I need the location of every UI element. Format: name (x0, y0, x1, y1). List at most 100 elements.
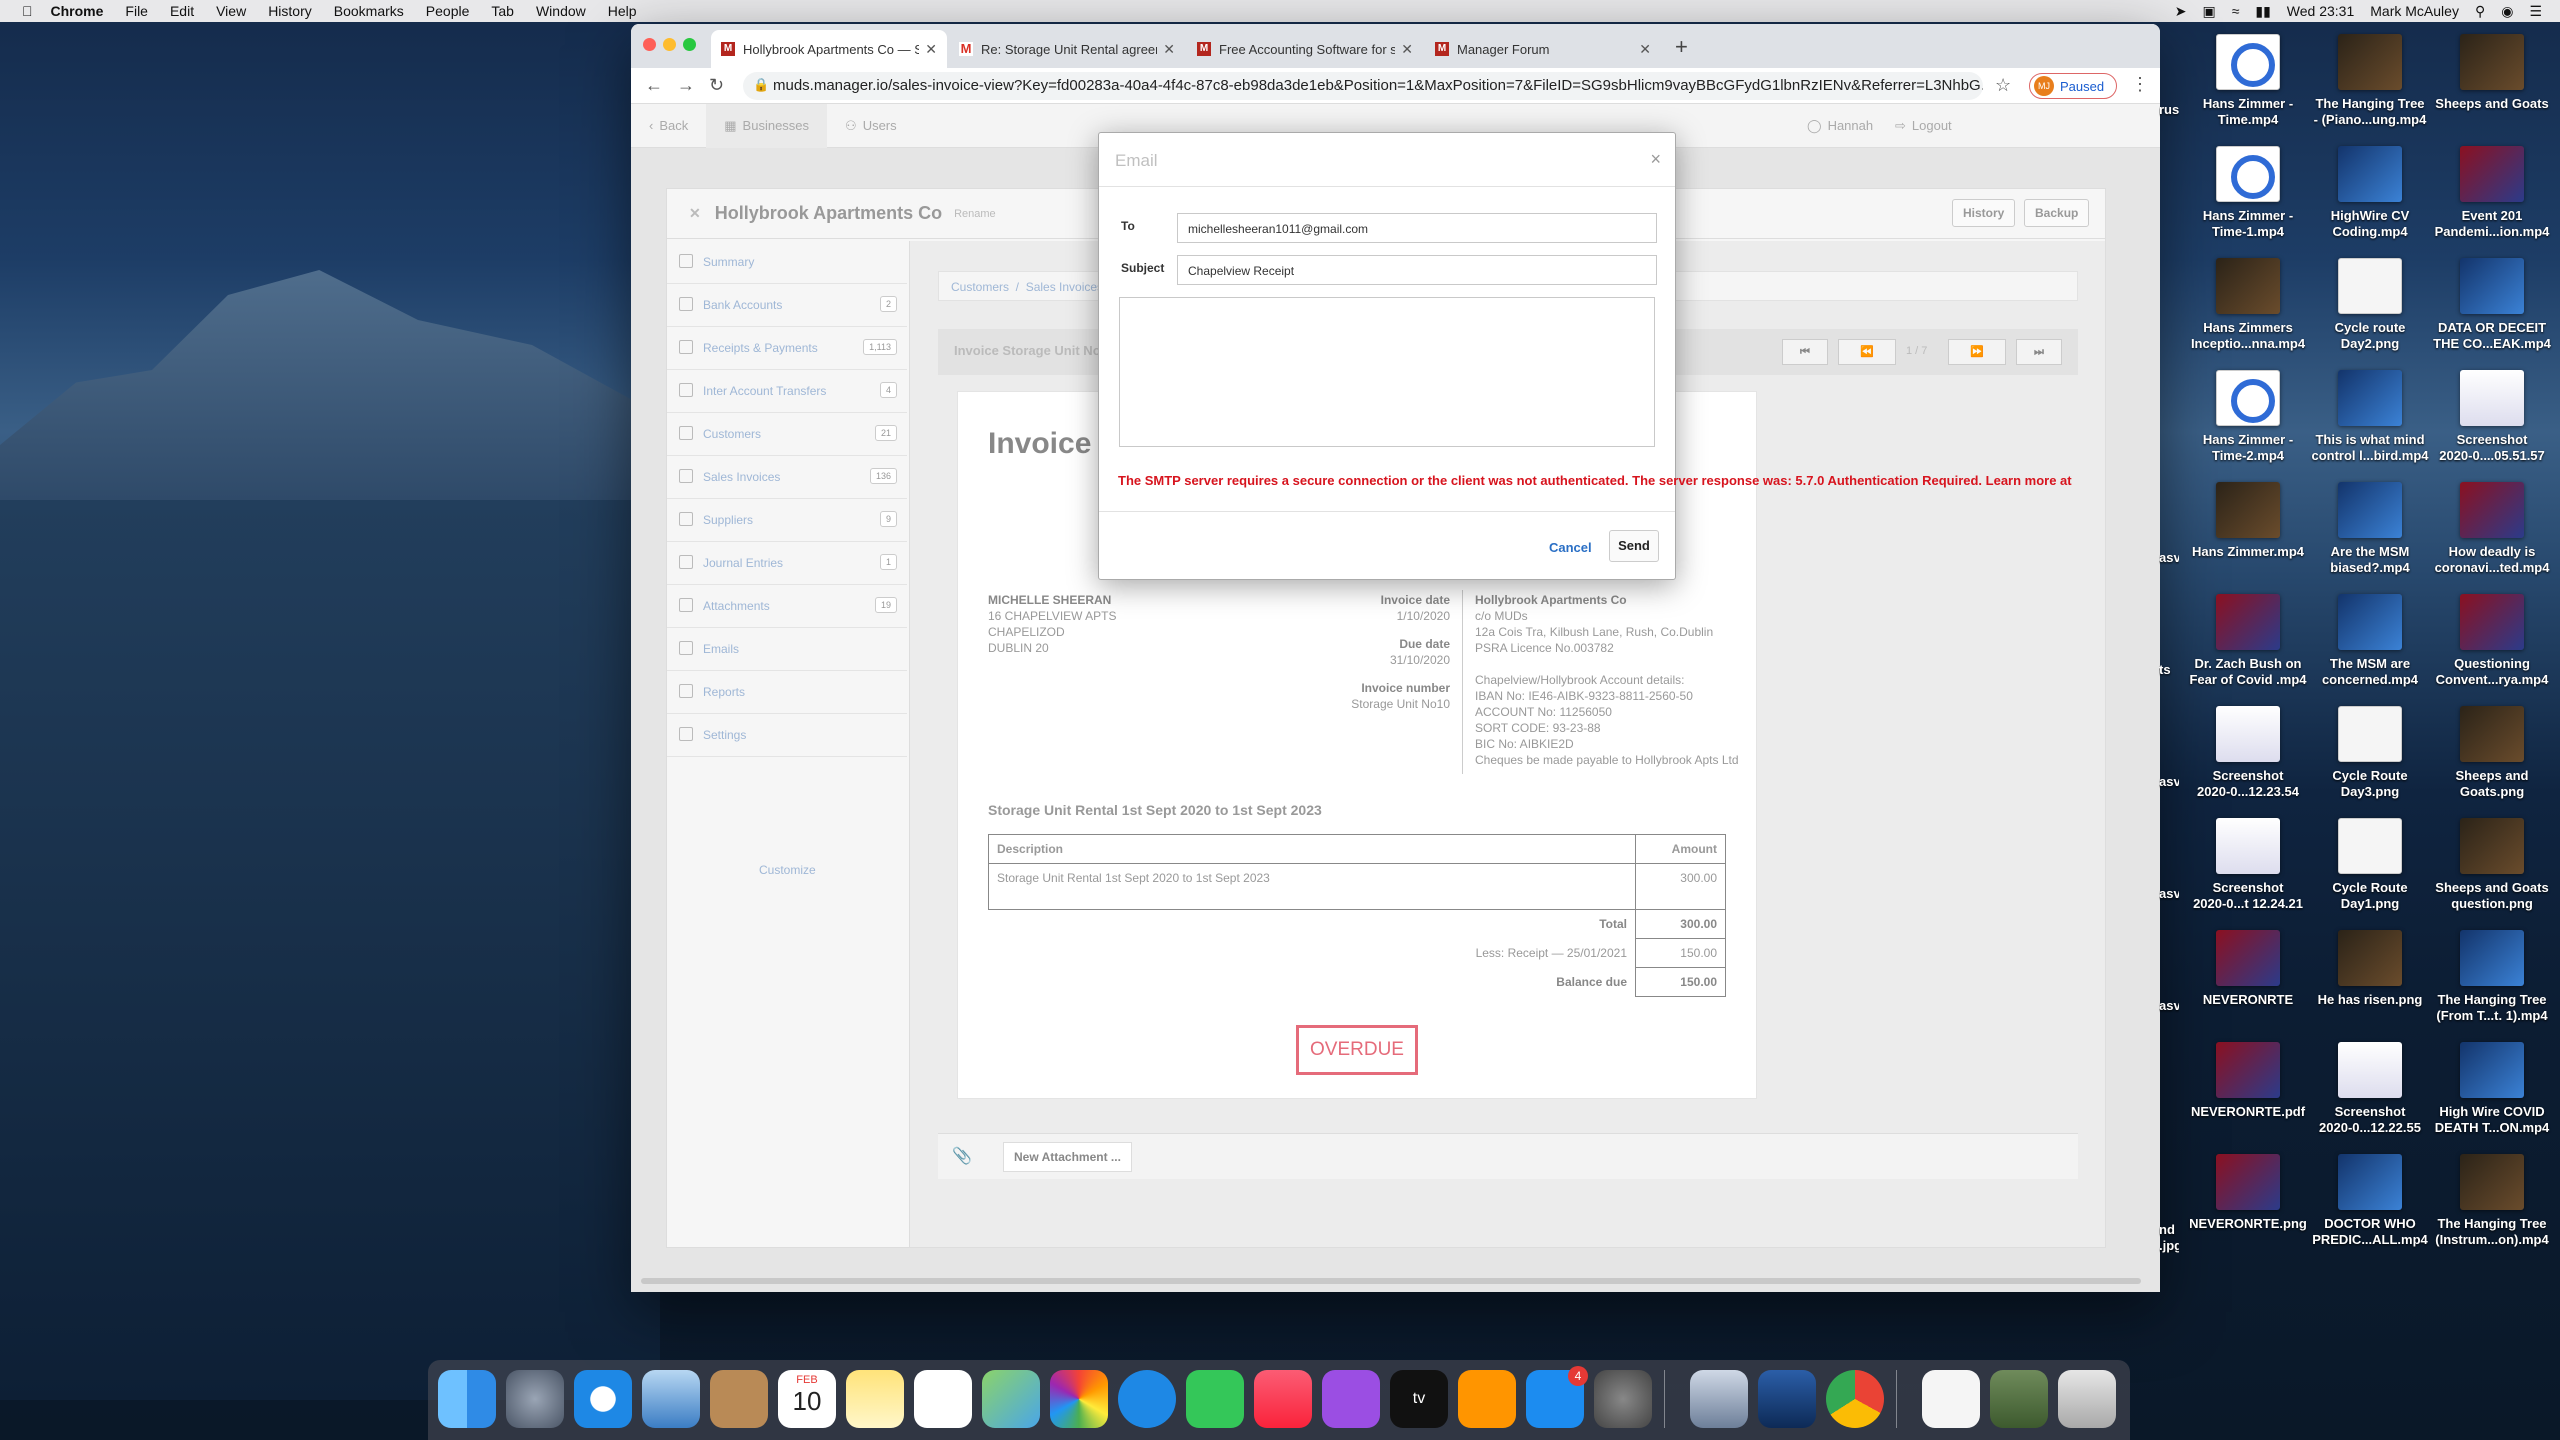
desktop-file-icon[interactable]: Hans Zimmers Inceptio...nna.mp4 (2183, 258, 2313, 352)
backup-button[interactable]: Backup (2024, 199, 2090, 227)
user-name[interactable]: Mark McAuley (2370, 3, 2459, 19)
profile-button[interactable]: MJ Paused (2029, 73, 2117, 99)
music-icon[interactable] (1254, 1370, 1312, 1428)
rename-link[interactable]: Rename (954, 208, 996, 220)
launchpad-icon[interactable] (506, 1370, 564, 1428)
desktop-file-icon[interactable]: Screenshot 2020-0....05.51.57 (2427, 370, 2557, 464)
safari-icon[interactable] (574, 1370, 632, 1428)
notes-icon[interactable] (846, 1370, 904, 1428)
tab-free-accounting[interactable]: M Free Accounting Software for sm ✕ (1187, 30, 1423, 68)
desktop-file-icon[interactable]: NEVERONRTE (2183, 930, 2313, 1008)
desktop-file-icon[interactable]: Screenshot 2020-0...12.22.55 (2305, 1042, 2435, 1136)
podcasts-icon[interactable] (1322, 1370, 1380, 1428)
cancel-button[interactable]: Cancel (1549, 540, 1592, 555)
tab-hollybrook[interactable]: M Hollybrook Apartments Co — Sa ✕ (711, 30, 947, 68)
app-store-icon[interactable]: 4 (1526, 1366, 1588, 1428)
desktop-file-icon[interactable]: How deadly is coronavi...ted.mp4 (2427, 482, 2557, 576)
subject-field[interactable]: Chapelview Receipt (1177, 255, 1657, 285)
mail-stamp-icon[interactable] (642, 1370, 700, 1428)
clock[interactable]: Wed 23:31 (2287, 3, 2354, 19)
desktop-file-icon[interactable]: Questioning Convent...rya.mp4 (2427, 594, 2557, 688)
close-tab-icon[interactable]: ✕ (925, 41, 937, 58)
last-page-button[interactable]: ⏭ (2016, 339, 2062, 365)
to-field[interactable]: michellesheeran1011@gmail.com (1177, 213, 1657, 243)
new-attachment-button[interactable]: New Attachment ... (1003, 1142, 1132, 1172)
sidebar-item-emails[interactable]: Emails (667, 628, 907, 671)
back-button[interactable]: ‹ Back (631, 104, 706, 148)
desktop-file-icon[interactable]: Dr. Zach Bush on Fear of Covid .mp4 (2183, 594, 2313, 688)
prev-page-button[interactable]: ⏪ (1838, 339, 1896, 365)
sidebar-item-suppliers[interactable]: Suppliers 9 (667, 499, 907, 542)
sidebar-item-customers[interactable]: Customers 21 (667, 413, 907, 456)
trash-icon[interactable] (2058, 1370, 2116, 1428)
zoom-window-button[interactable] (683, 38, 696, 51)
maps-icon[interactable] (982, 1370, 1040, 1428)
sidebar-item-attachments[interactable]: Attachments 19 (667, 585, 907, 628)
menu-people[interactable]: People (426, 3, 470, 19)
kebab-menu-icon[interactable]: ⋮ (2131, 74, 2149, 95)
chrome-icon[interactable] (1826, 1370, 1884, 1428)
sidebar-item-settings[interactable]: Settings (667, 714, 907, 757)
sidebar-item-journal-entries[interactable]: Journal Entries 1 (667, 542, 907, 585)
menu-app-name[interactable]: Chrome (51, 3, 104, 19)
downloads-stack-icon[interactable] (1990, 1370, 2048, 1428)
address-bar[interactable]: 🔒 muds.manager.io/sales-invoice-view?Key=… (743, 72, 1983, 100)
desktop-file-icon[interactable]: High Wire COVID DEATH T...ON.mp4 (2427, 1042, 2557, 1136)
desktop-file-icon[interactable]: Cycle Route Day3.png (2305, 706, 2435, 800)
menu-tab[interactable]: Tab (491, 3, 514, 19)
desktop-file-icon[interactable]: Are the MSM biased?.mp4 (2305, 482, 2435, 576)
apple-icon[interactable]:  (22, 3, 33, 19)
send-button[interactable]: Send (1609, 530, 1659, 562)
close-icon[interactable]: × (1650, 149, 1661, 170)
close-window-button[interactable] (643, 38, 656, 51)
desktop-file-icon[interactable]: Hans Zimmer - Time-2.mp4 (2183, 370, 2313, 464)
first-page-button[interactable]: ⏮ (1782, 339, 1828, 365)
menu-view[interactable]: View (216, 3, 246, 19)
desktop-file-icon[interactable]: Sheeps and Goats (2427, 34, 2557, 112)
desktop-file-icon[interactable]: NEVERONRTE.pdf (2183, 1042, 2313, 1120)
businesses-button[interactable]: ▦ Businesses (706, 103, 828, 148)
menu-edit[interactable]: Edit (170, 3, 194, 19)
control-center-icon[interactable]: ☰ (2529, 3, 2542, 20)
desktop-file-icon[interactable]: Event 201 Pandemi...ion.mp4 (2427, 146, 2557, 240)
desktop-file-icon[interactable]: He has risen.png (2305, 930, 2435, 1008)
display-icon[interactable]: ▣ (2202, 3, 2215, 20)
menu-file[interactable]: File (125, 3, 148, 19)
sidebar-item-inter-account-transfers[interactable]: Inter Account Transfers 4 (667, 370, 907, 413)
apple-tv-icon[interactable]: tv (1390, 1370, 1448, 1428)
customize-link[interactable]: Customize (759, 863, 816, 877)
desktop-file-icon[interactable]: Hans Zimmer - Time-1.mp4 (2183, 146, 2313, 240)
desktop-file-icon[interactable]: The MSM are concerned.mp4 (2305, 594, 2435, 688)
desktop-file-icon[interactable]: The Hanging Tree (From T...t. 1).mp4 (2427, 930, 2557, 1024)
desktop-file-icon[interactable]: Cycle route Day2.png (2305, 258, 2435, 352)
document-icon[interactable] (1922, 1370, 1980, 1428)
desktop-file-icon[interactable]: DATA OR DECEIT THE CO...EAK.mp4 (2427, 258, 2557, 352)
desktop-file-icon[interactable]: NEVERONRTE.png (2183, 1154, 2313, 1232)
message-body-textarea[interactable] (1119, 297, 1655, 447)
facetime-icon[interactable] (1186, 1370, 1244, 1428)
desktop-file-icon[interactable]: DOCTOR WHO PREDIC...ALL.mp4 (2305, 1154, 2435, 1248)
calendar-icon[interactable]: FEB 10 (778, 1370, 836, 1428)
desktop-file-icon[interactable]: Hans Zimmer - Time.mp4 (2183, 34, 2313, 128)
messages-icon[interactable] (1118, 1370, 1176, 1428)
minimize-window-button[interactable] (663, 38, 676, 51)
current-user-button[interactable]: ◯ Hannah (1789, 104, 1891, 148)
menu-window[interactable]: Window (536, 3, 586, 19)
script-editor-icon[interactable] (1758, 1370, 1816, 1428)
close-business-icon[interactable]: ✕ (689, 205, 701, 222)
desktop-file-icon[interactable]: Screenshot 2020-0...t 12.24.21 (2183, 818, 2313, 912)
bookmark-star-icon[interactable]: ☆ (1995, 75, 2011, 96)
wifi-icon[interactable]: ≈ (2232, 3, 2240, 19)
history-button[interactable]: History (1952, 199, 2016, 227)
logout-button[interactable]: ⇨ Logout (1877, 104, 1970, 148)
sidebar-item-bank-accounts[interactable]: Bank Accounts 2 (667, 284, 907, 327)
reminders-icon[interactable] (914, 1370, 972, 1428)
close-tab-icon[interactable]: ✕ (1163, 41, 1175, 58)
desktop-file-icon[interactable]: HighWire CV Coding.mp4 (2305, 146, 2435, 240)
sidebar-item-sales-invoices[interactable]: Sales Invoices 136 (667, 456, 907, 499)
breadcrumb-customers[interactable]: Customers (951, 280, 1009, 294)
sidebar-item-reports[interactable]: Reports (667, 671, 907, 714)
sidebar-item-receipts-payments[interactable]: Receipts & Payments 1,113 (667, 327, 907, 370)
reload-icon[interactable]: ↻ (709, 75, 724, 96)
tab-gmail[interactable]: M Re: Storage Unit Rental agreem ✕ (949, 30, 1185, 68)
